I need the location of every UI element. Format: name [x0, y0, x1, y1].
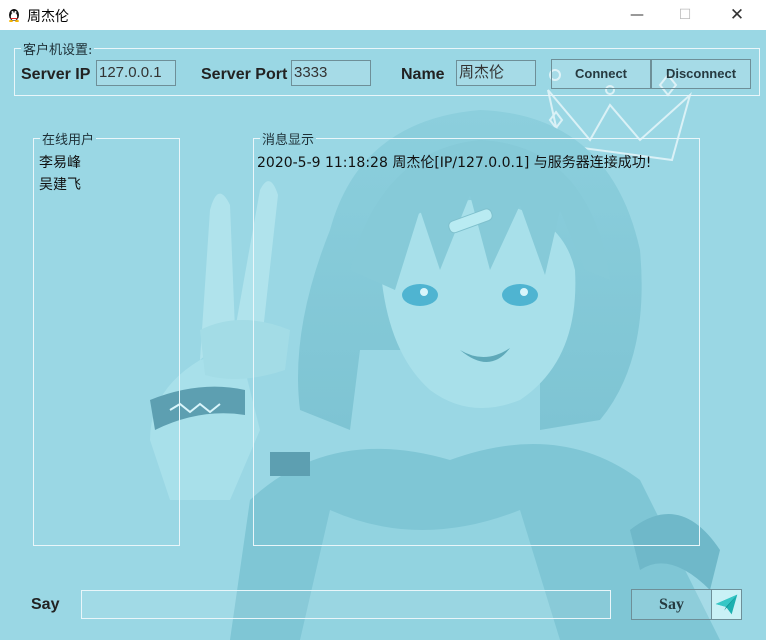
maximize-button[interactable]: ☐: [662, 0, 708, 30]
list-item[interactable]: 吴建飞: [39, 174, 81, 196]
server-ip-label: Server IP: [21, 66, 91, 83]
disconnect-button[interactable]: Disconnect: [651, 59, 751, 89]
window-title: 周杰伦: [27, 9, 69, 25]
messages-legend: 消息显示: [260, 129, 317, 148]
say-input[interactable]: [81, 590, 611, 619]
list-item[interactable]: 李易峰: [39, 152, 81, 174]
paper-plane-icon: [715, 594, 738, 615]
close-button[interactable]: ✕: [714, 0, 760, 30]
online-users-list: 李易峰 吴建飞: [39, 152, 81, 196]
server-ip-input[interactable]: 127.0.0.1: [96, 60, 176, 86]
say-button[interactable]: Say: [631, 589, 712, 620]
connect-button[interactable]: Connect: [551, 59, 651, 89]
name-label: Name: [401, 66, 445, 83]
qq-penguin-icon: [9, 9, 19, 22]
messages-group: 消息显示: [253, 129, 700, 546]
online-users-legend: 在线用户: [40, 129, 97, 148]
server-port-label: Server Port: [201, 66, 288, 83]
minimize-button[interactable]: —: [614, 0, 660, 30]
server-port-input[interactable]: 3333: [291, 60, 371, 86]
title-bar: 周杰伦 — ☐ ✕: [0, 0, 766, 30]
client-settings-legend: 客户机设置:: [21, 39, 95, 58]
send-button[interactable]: [711, 589, 742, 620]
client-area: 客户机设置: Server IP 127.0.0.1 Server Port 3…: [0, 30, 766, 640]
messages-list: 2020-5-9 11:18:28 周杰伦[IP/127.0.0.1] 与服务器…: [257, 152, 651, 174]
online-users-group: 在线用户: [33, 129, 180, 546]
say-label: Say: [31, 596, 60, 613]
name-input[interactable]: 周杰伦: [456, 60, 536, 86]
message-item: 2020-5-9 11:18:28 周杰伦[IP/127.0.0.1] 与服务器…: [257, 155, 652, 171]
